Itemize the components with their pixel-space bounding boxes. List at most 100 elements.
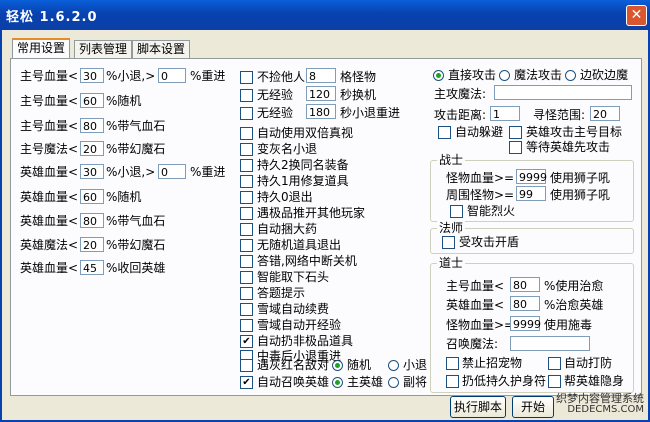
monster-hp-input[interactable]: 9999 xyxy=(510,316,541,331)
radio-main-hero[interactable] xyxy=(332,377,343,388)
checkbox[interactable] xyxy=(450,205,463,218)
checkbox[interactable] xyxy=(240,207,253,220)
threshold-input[interactable]: 45 xyxy=(80,260,104,275)
run-script-button[interactable]: 执行脚本 xyxy=(450,396,506,418)
row-post-label: %随机 xyxy=(106,94,142,108)
input-suffix: %使用治愈 xyxy=(544,279,604,293)
checkbox[interactable] xyxy=(240,223,253,236)
checkbox-label: 英雄攻击主号目标 xyxy=(526,125,623,139)
checkbox-label: 等待英雄先攻击 xyxy=(526,140,611,154)
checkbox-label: 智能烈火 xyxy=(467,204,516,218)
radio-magic-attack[interactable] xyxy=(499,70,510,81)
threshold-input[interactable]: 60 xyxy=(80,189,104,204)
tab-script-settings[interactable]: 脚本设置 xyxy=(132,40,191,58)
rejoin-input[interactable]: 0 xyxy=(158,164,186,179)
checkbox[interactable]: ✔ xyxy=(240,376,253,389)
row-label: 英雄血量< xyxy=(20,190,79,204)
checkbox-label: 持久1用修复道具 xyxy=(257,174,349,188)
radio-deputy[interactable] xyxy=(388,377,399,388)
radio-label: 副将 xyxy=(403,375,428,389)
threshold-input[interactable]: 30 xyxy=(80,164,104,179)
start-button[interactable]: 开始 xyxy=(512,396,554,418)
search-range-input[interactable]: 20 xyxy=(590,106,620,121)
row-label: 英雄魔法< xyxy=(20,238,79,252)
row-post-label: %收回英雄 xyxy=(106,261,166,275)
input-suffix: 秒换机 xyxy=(340,88,377,102)
checkbox[interactable] xyxy=(446,357,459,370)
monster-hp-input[interactable]: 9999 xyxy=(516,169,547,184)
main-hp-input[interactable]: 80 xyxy=(510,277,540,292)
radio-direct-attack[interactable] xyxy=(433,70,444,81)
threshold-input[interactable]: 80 xyxy=(80,118,104,133)
grid-count-input[interactable]: 8 xyxy=(306,68,336,83)
checkbox[interactable] xyxy=(240,107,253,120)
rejoin-input[interactable]: 0 xyxy=(158,68,186,83)
checkbox[interactable] xyxy=(240,89,253,102)
radio-random[interactable] xyxy=(332,360,343,371)
threshold-input[interactable]: 20 xyxy=(80,237,104,252)
checkbox[interactable] xyxy=(438,126,451,139)
threshold-input[interactable]: 80 xyxy=(80,213,104,228)
checkbox-label: 雪域自动续费 xyxy=(257,302,330,316)
checkbox[interactable] xyxy=(240,359,253,372)
input-suffix: %治愈英雄 xyxy=(544,298,604,312)
main-magic-input[interactable] xyxy=(494,85,632,100)
radio-label: 主英雄 xyxy=(347,375,384,389)
checkbox[interactable] xyxy=(240,239,253,252)
threshold-input[interactable]: 60 xyxy=(80,93,104,108)
input-suffix: 使用施毒 xyxy=(544,318,593,332)
input-suffix: 秒小退重进 xyxy=(340,106,401,120)
threshold-input[interactable]: 20 xyxy=(80,141,104,156)
summon-magic-input[interactable] xyxy=(510,336,590,351)
row-post-label: %重进 xyxy=(190,69,226,83)
nearby-monsters-input[interactable]: 99 xyxy=(516,186,546,201)
checkbox[interactable] xyxy=(509,126,522,139)
row-post-label: %带幻魔石 xyxy=(106,238,166,252)
checkbox[interactable] xyxy=(240,159,253,172)
checkbox[interactable] xyxy=(548,375,561,388)
radio-slash-magic[interactable] xyxy=(565,70,576,81)
group-title: 战士 xyxy=(437,153,466,167)
checkbox-label: 无经验 xyxy=(257,88,294,102)
attack-distance-input[interactable]: 1 xyxy=(490,106,520,121)
seconds-input[interactable]: 120 xyxy=(306,86,336,101)
checkbox-label: 自动扔非极品道具 xyxy=(257,334,354,348)
radio-label: 小退 xyxy=(403,358,428,372)
checkbox[interactable] xyxy=(240,287,253,300)
checkbox[interactable] xyxy=(548,357,561,370)
checkbox-label: 自动打防 xyxy=(564,356,613,370)
input-suffix: 使用狮子吼 xyxy=(550,188,611,202)
attack-distance-label: 攻击距离: xyxy=(434,108,487,122)
checkbox[interactable] xyxy=(240,175,253,188)
checkbox[interactable] xyxy=(240,319,253,332)
checkbox[interactable] xyxy=(240,143,253,156)
row-label: 主号血量< xyxy=(20,94,79,108)
row-label: 怪物血量>= xyxy=(446,171,515,185)
checkbox-label: 自动躲避 xyxy=(455,125,504,139)
checkbox[interactable] xyxy=(442,236,455,249)
row-post-label: %重进 xyxy=(190,165,226,179)
checkbox-label: 持久0退出 xyxy=(257,190,313,204)
checkbox-label: 不捡他人 xyxy=(257,70,306,84)
checkbox[interactable] xyxy=(240,271,253,284)
radio-logout[interactable] xyxy=(388,360,399,371)
row-label: 英雄血量< xyxy=(446,298,505,312)
row-post-label: %带气血石 xyxy=(106,214,166,228)
checkbox[interactable] xyxy=(240,255,253,268)
tab-list-management[interactable]: 列表管理 xyxy=(74,40,133,58)
threshold-input[interactable]: 30 xyxy=(80,68,104,83)
hero-hp-input[interactable]: 80 xyxy=(510,296,540,311)
checkbox[interactable] xyxy=(509,141,522,154)
seconds-input[interactable]: 180 xyxy=(306,104,336,119)
checkbox[interactable] xyxy=(240,127,253,140)
checkbox-label: 遇灰红名敌对 xyxy=(257,358,330,372)
checkbox[interactable] xyxy=(240,303,253,316)
checkbox[interactable] xyxy=(240,191,253,204)
checkbox[interactable] xyxy=(446,375,459,388)
tab-common-settings[interactable]: 常用设置 xyxy=(12,38,71,60)
checkbox-label: 受攻击开盾 xyxy=(459,235,520,249)
summon-magic-label: 召唤魔法: xyxy=(446,337,499,351)
checkbox[interactable] xyxy=(240,71,253,84)
checkbox[interactable]: ✔ xyxy=(240,335,253,348)
close-button[interactable]: ✕ xyxy=(626,5,647,26)
